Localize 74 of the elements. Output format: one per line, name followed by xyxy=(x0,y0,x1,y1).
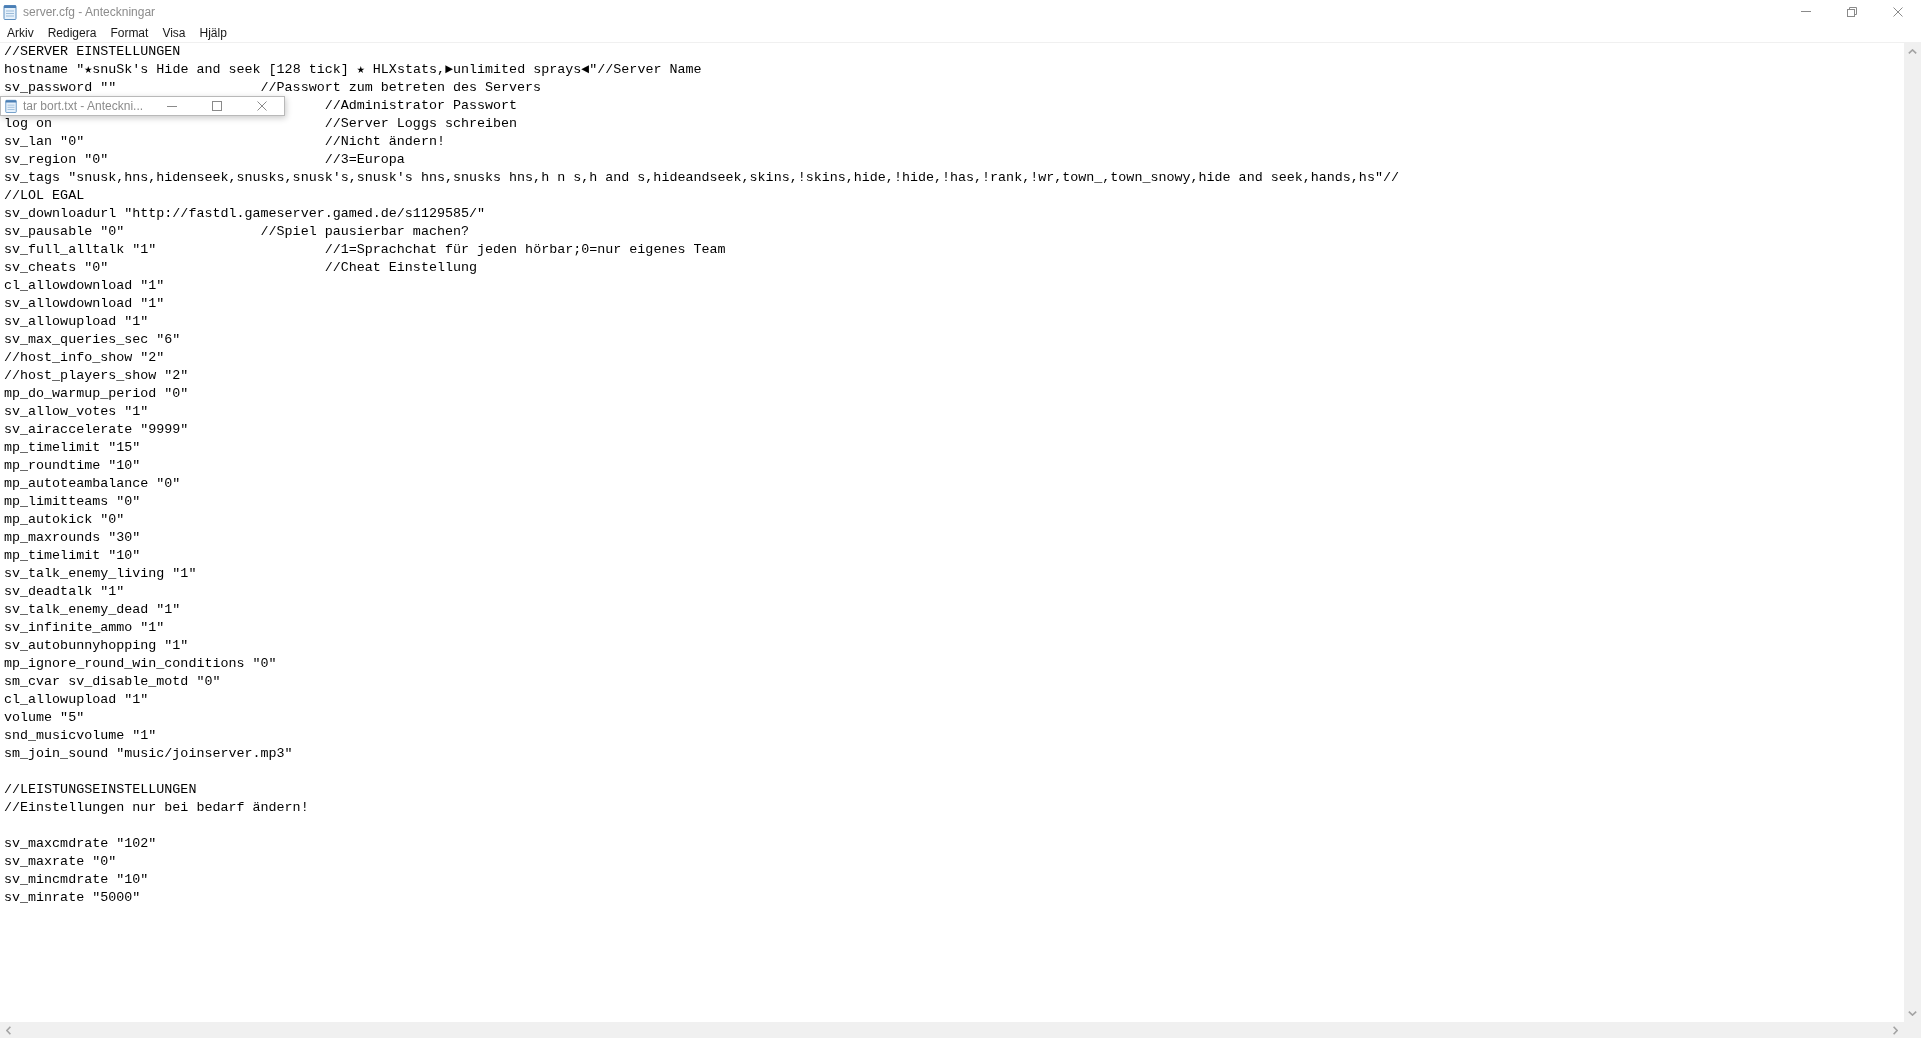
code-line: sv_pausable "0" xyxy=(4,224,125,239)
code-line: sv_maxcmdrate "102" xyxy=(4,836,157,851)
chevron-down-icon[interactable] xyxy=(1908,1011,1917,1016)
code-line: mp_roundtime "10" xyxy=(4,458,141,473)
code-comment: //Passwort zum betreten des Servers xyxy=(260,80,542,95)
code-line: volume "5" xyxy=(4,710,85,725)
code-line: sv_minrate "5000" xyxy=(4,890,141,905)
code-line: sv_region "0" xyxy=(4,152,109,167)
code-line: sv_allowdownload "1" xyxy=(4,296,165,311)
code-line: //LOL EGAL xyxy=(4,188,85,203)
code-line: hostname "★snuSk's Hide and seek [128 tick] ★ HLXstats,►unlimited sprays◄"//Server Name xyxy=(4,62,702,77)
menu-item[interactable]: Format xyxy=(103,23,156,42)
code-line: //SERVER EINSTELLUNGEN xyxy=(4,44,181,59)
menu-item[interactable]: Redigera xyxy=(40,23,104,42)
code-line: sv_cheats "0" xyxy=(4,260,109,275)
code-line: mp_timelimit "15" xyxy=(4,440,141,455)
code-line: cl_allowdownload "1" xyxy=(4,278,165,293)
code-line: mp_ignore_round_win_conditions "0" xyxy=(4,656,277,671)
code-line: sv_talk_enemy_dead "1" xyxy=(4,602,181,617)
code-line: mp_maxrounds "30" xyxy=(4,530,141,545)
chevron-left-icon[interactable] xyxy=(6,1025,11,1035)
code-line: mp_autoteambalance "0" xyxy=(4,476,181,491)
code-line: sm_join_sound "music/joinserver.mp3" xyxy=(4,746,293,761)
code-line: cl_allowupload "1" xyxy=(4,692,149,707)
code-comment: //3=Europa xyxy=(324,152,405,167)
code-line: sv_lan "0" xyxy=(4,134,85,149)
code-line: //LEISTUNGSEINSTELLUNGEN xyxy=(4,782,197,797)
code-line: //host_players_show "2" xyxy=(4,368,189,383)
horizontal-scrollbar[interactable] xyxy=(0,1022,1904,1038)
menu-item[interactable]: Visa xyxy=(155,23,193,42)
code-line: //host_info_show "2" xyxy=(4,350,165,365)
code-line: sv_downloadurl "http://fastdl.gameserver.gamed.de/s1129585/" xyxy=(4,206,486,221)
code-line: sv_mincmdrate "10" xyxy=(4,872,149,887)
close-icon xyxy=(256,101,267,111)
chevron-up-icon[interactable] xyxy=(1908,49,1917,54)
code-line: sv_password "" xyxy=(4,80,117,95)
code-line: sv_infinite_ammo "1" xyxy=(4,620,165,635)
minimize-icon xyxy=(1801,11,1811,12)
code-comment: //1=Sprachchat für jeden hörbar;0=nur eigenes Team xyxy=(324,242,726,257)
code-line: mp_autokick "0" xyxy=(4,512,125,527)
menu-item[interactable]: Arkiv xyxy=(0,23,41,42)
code-line: sv_tags "snusk,hns,hidenseek,snusks,snusk's,snusk's hns,snusks hns,h n s,h and s,hideandseek,skins,!skins,hide,!hide,!has,!rank,!wr,town_,town_snowy,hide and seek,hands,hs"// xyxy=(4,170,1399,185)
code-line: sv_deadtalk "1" xyxy=(4,584,125,599)
code-line: sv_max_queries_sec "6" xyxy=(4,332,181,347)
code-comment: //Spiel pausierbar machen? xyxy=(260,224,469,239)
window-title: server.cfg - Anteckningar xyxy=(23,4,157,19)
code-line: mp_do_warmup_period "0" xyxy=(4,386,189,401)
code-line: sv_talk_enemy_living "1" xyxy=(4,566,197,581)
restore-icon xyxy=(1847,6,1857,17)
notepad-icon xyxy=(2,3,18,20)
notepad-icon xyxy=(4,99,18,113)
close-icon xyxy=(1893,6,1903,17)
chevron-right-icon[interactable] xyxy=(1893,1025,1898,1035)
code-line: mp_limitteams "0" xyxy=(4,494,141,509)
window-title: tar bort.txt - Anteckni... xyxy=(23,99,145,113)
code-line: sv_allowupload "1" xyxy=(4,314,149,329)
maximize-icon xyxy=(211,101,222,111)
code-comment: //Administrator Passwort xyxy=(324,98,518,113)
code-line: sv_full_alltalk "1" xyxy=(4,242,157,257)
code-line: sv_maxrate "0" xyxy=(4,854,117,869)
code-comment: //Server Loggs schreiben xyxy=(324,116,518,131)
minimize-icon xyxy=(166,105,177,107)
code-line: sv_autobunnyhopping "1" xyxy=(4,638,189,653)
code-line: sv_allow_votes "1" xyxy=(4,404,149,419)
code-comment: //Nicht ändern! xyxy=(324,134,445,149)
code-line: snd_musicvolume "1" xyxy=(4,728,157,743)
menu-item[interactable]: Hjälp xyxy=(192,23,234,42)
code-line: //Einstellungen nur bei bedarf ändern! xyxy=(4,800,309,815)
code-line: sv_airaccelerate "9999" xyxy=(4,422,189,437)
code-line: sm_cvar sv_disable_motd "0" xyxy=(4,674,221,689)
code-comment: //Cheat Einstellung xyxy=(324,260,477,275)
code-line: mp_timelimit "10" xyxy=(4,548,141,563)
code-line: log on xyxy=(4,116,53,131)
vertical-scrollbar[interactable] xyxy=(1904,43,1921,1022)
